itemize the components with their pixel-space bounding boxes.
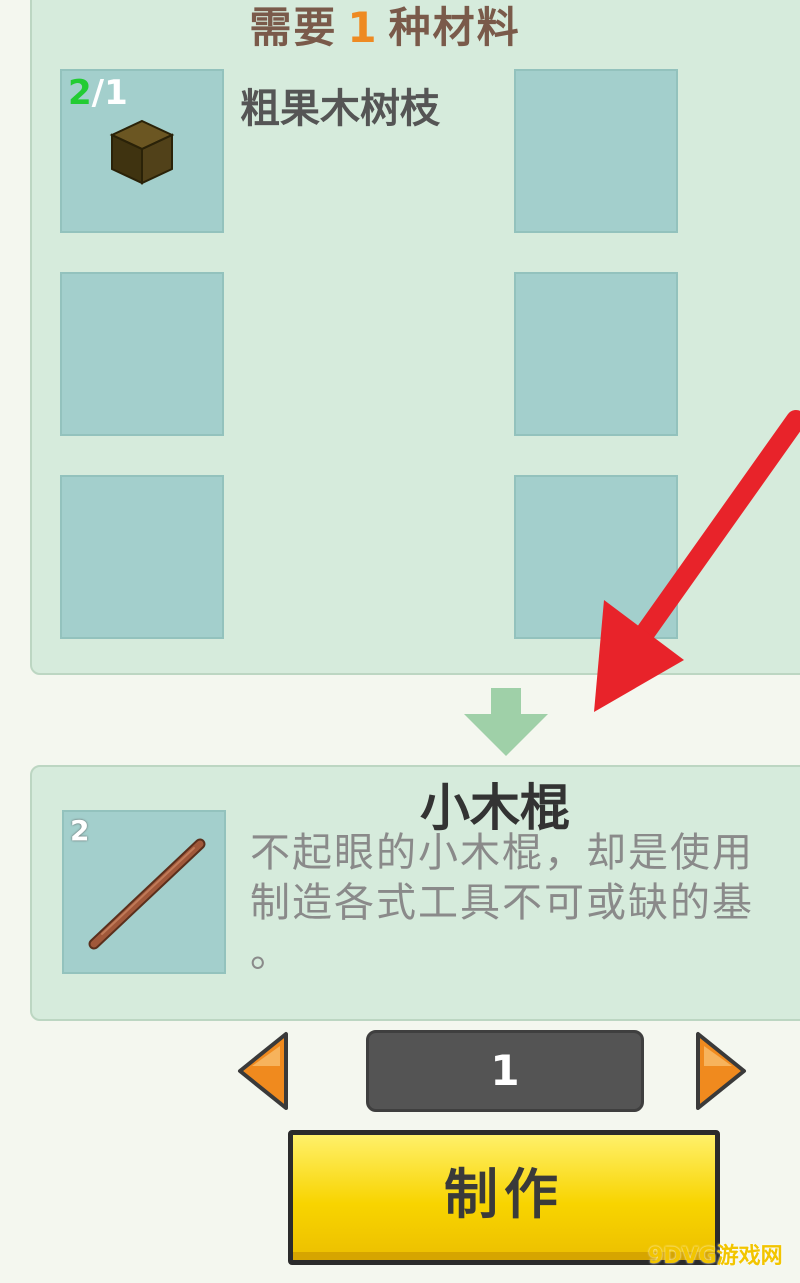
material-slot-1[interactable]: 2/1 (60, 69, 224, 233)
increase-quantity-button[interactable] (694, 1030, 748, 1112)
annotation-arrow-icon (594, 410, 800, 712)
dark-wood-cube-icon (109, 119, 175, 185)
quantity-display[interactable]: 1 (366, 1030, 644, 1112)
material-slot-5[interactable] (60, 475, 224, 639)
materials-header: 需要 1 种材料 (30, 0, 740, 55)
material-slot-3[interactable] (60, 272, 224, 436)
description-line-2: 制造各式工具不可或缺的基 (250, 880, 754, 926)
result-count: 2 (70, 814, 90, 847)
material-slot-2[interactable] (514, 69, 678, 233)
header-prefix: 需要 (249, 3, 338, 52)
description-line-1: 不起眼的小木棍，却是使用 (250, 830, 754, 876)
down-arrow-icon (464, 688, 548, 756)
watermark: 9DVG游戏网 (648, 1244, 783, 1269)
header-count: 1 (347, 3, 379, 52)
description-line-3: 。 (250, 930, 292, 976)
header-suffix: 种材料 (388, 3, 521, 52)
decrease-quantity-button[interactable] (236, 1030, 290, 1112)
result-description: 不起眼的小木棍，却是使用 制造各式工具不可或缺的基 。 (250, 828, 800, 988)
material-name: 粗果木树枝 (240, 86, 440, 132)
